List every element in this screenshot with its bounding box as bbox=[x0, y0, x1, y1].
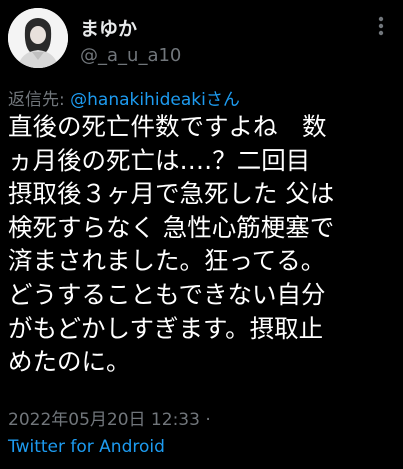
reply-prefix: 返信先: bbox=[8, 90, 71, 110]
tweet-line: どうすることもできない自分 bbox=[8, 279, 326, 309]
reply-to-link[interactable]: @hanakihideaki bbox=[70, 90, 206, 110]
reply-context: 返信先: @hanakihideakiさん bbox=[8, 85, 240, 110]
tweet-text: 直後の死亡件数ですよね 数 ヵ月後の死亡は‥‥？二回目 摂取後３ヶ月で急死した … bbox=[8, 110, 398, 379]
profile-photo-icon bbox=[8, 8, 68, 68]
tweet-line: がもどかしすぎます。摂取止 bbox=[8, 313, 324, 343]
tweet-source-link[interactable]: Twitter for Android bbox=[8, 437, 165, 457]
display-name[interactable]: まゆか bbox=[80, 14, 137, 41]
user-handle[interactable]: @_a_u_a10 bbox=[80, 45, 181, 66]
tweet-timestamp[interactable]: 2022年05月20日 12:33 · bbox=[8, 405, 211, 430]
tweet-line: めたのに。 bbox=[8, 347, 131, 377]
tweet-line: 摂取後３ヶ月で急死した 父は bbox=[8, 179, 335, 209]
more-vertical-icon bbox=[378, 16, 384, 36]
more-options-button[interactable] bbox=[369, 14, 393, 38]
tweet-line: 済まされました。狂ってる。 bbox=[8, 246, 326, 276]
tweet-line: ヵ月後の死亡は‥‥？二回目 bbox=[8, 145, 311, 175]
tweet-line: 直後の死亡件数ですよね 数 bbox=[8, 112, 327, 141]
tweet-line: 検死すらなく 急性心筋梗塞で bbox=[8, 212, 335, 242]
avatar[interactable] bbox=[8, 8, 68, 68]
reply-suffix: さん bbox=[205, 90, 240, 110]
